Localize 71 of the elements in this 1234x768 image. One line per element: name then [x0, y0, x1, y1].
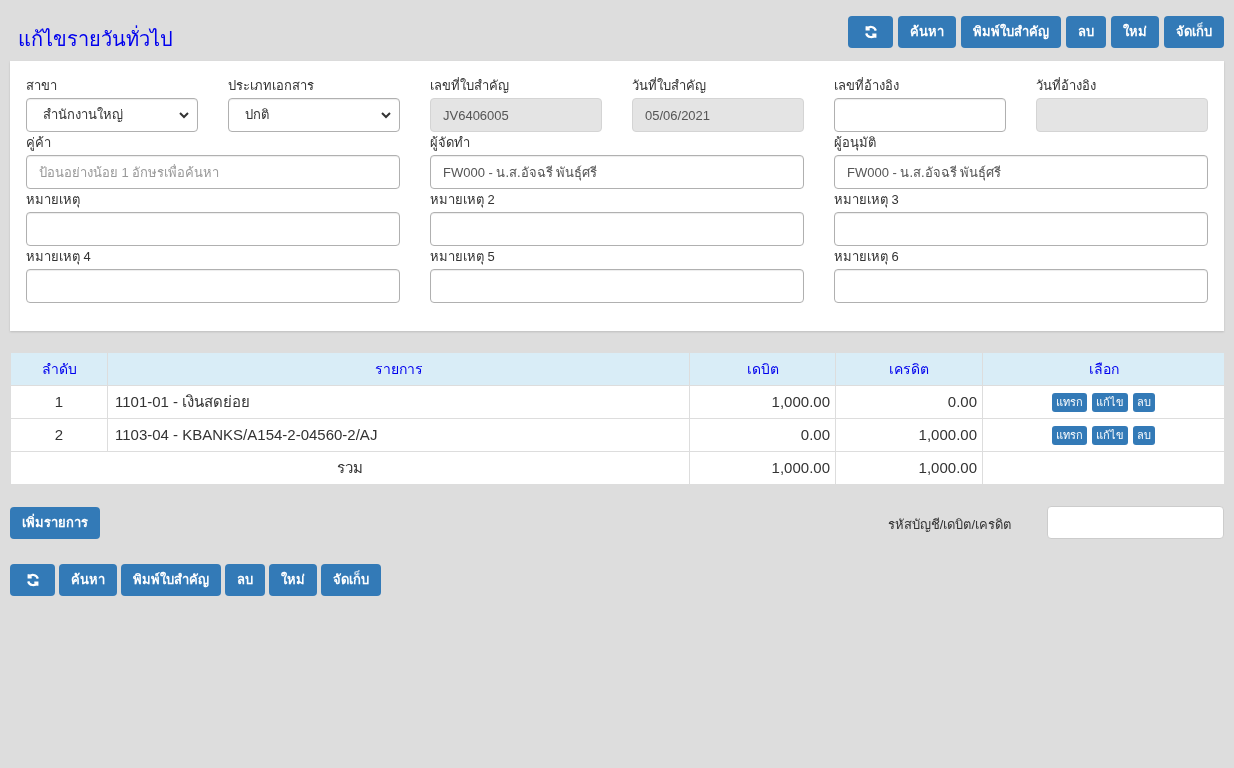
table-cell: 1,000.00	[689, 385, 836, 419]
input-field[interactable]	[26, 212, 400, 246]
input-field: 05/06/2021	[632, 98, 804, 132]
toolbar-button[interactable]: ใหม่	[269, 564, 317, 596]
chevron-icon	[179, 111, 189, 119]
refresh-button[interactable]	[848, 16, 893, 48]
table-cell: 0.00	[835, 385, 983, 419]
field-label: ประเภทเอกสาร	[228, 77, 315, 95]
table-cell: 0.00	[689, 418, 836, 452]
toolbar-button[interactable]: ใหม่	[1111, 16, 1159, 48]
row-action-button[interactable]: แก้ไข	[1092, 425, 1128, 445]
input-field[interactable]	[430, 269, 804, 303]
dropdown[interactable]: สำนักงานใหญ่	[26, 98, 198, 132]
add-item-button[interactable]: เพิ่มรายการ	[10, 506, 100, 539]
input-field[interactable]: ป้อนอย่างน้อย 1 อักษรเพื่อค้นหา	[26, 155, 400, 189]
input-field[interactable]	[834, 212, 1208, 246]
field-label: หมายเหตุ 2	[430, 191, 496, 210]
toolbar-button[interactable]: ลบ	[1066, 16, 1106, 48]
toolbar-button[interactable]: จัดเก็บ	[321, 564, 381, 596]
field-label: สาขา	[26, 77, 58, 95]
field-label: หมายเหตุ 4	[26, 248, 92, 267]
toolbar-button[interactable]: จัดเก็บ	[1164, 16, 1224, 48]
toolbar-button[interactable]: ค้นหา	[898, 16, 956, 48]
field-label: วันที่ใบสำคัญ	[632, 76, 707, 95]
input-field: JV6406005	[430, 98, 602, 132]
row-action-button[interactable]: แทรก	[1052, 425, 1087, 445]
toolbar-button[interactable]: ค้นหา	[59, 564, 117, 596]
input-field[interactable]: FW000 - น.ส.อัจฉรี พันธุ์ศรี	[430, 155, 804, 189]
row-action-button[interactable]: แทรก	[1052, 392, 1087, 412]
refresh-button[interactable]	[10, 564, 55, 596]
toolbar-button[interactable]: ลบ	[225, 564, 265, 596]
column-header: เดบิต	[689, 352, 836, 386]
column-header: รายการ	[107, 352, 690, 386]
total-label: รวม	[10, 451, 690, 485]
row-action-button[interactable]: แก้ไข	[1092, 392, 1128, 412]
field-label: วันที่อ้างอิง	[1036, 76, 1097, 95]
input-field[interactable]	[26, 269, 400, 303]
refresh-icon	[25, 573, 40, 587]
row-action-button[interactable]: ลบ	[1133, 425, 1155, 445]
table-cell: 2	[10, 418, 108, 452]
account-code-field[interactable]	[1047, 506, 1224, 539]
refresh-icon	[863, 25, 878, 39]
field-label: คู่ค้า	[26, 134, 52, 153]
table-cell: 1	[10, 385, 108, 419]
table-cell: 1103-04 - KBANKS/A154-2-04560-2/AJ	[107, 418, 690, 452]
dropdown[interactable]: ปกติ	[228, 98, 400, 132]
input-field[interactable]	[834, 269, 1208, 303]
input-field[interactable]: FW000 - น.ส.อัจฉรี พันธุ์ศรี	[834, 155, 1208, 189]
toolbar-button[interactable]: พิมพ์ใบสำคัญ	[121, 564, 221, 596]
column-header: เครดิต	[835, 352, 983, 386]
toolbar-button[interactable]: พิมพ์ใบสำคัญ	[961, 16, 1061, 48]
field-label: ผู้จัดทำ	[430, 134, 471, 153]
total-cell: 1,000.00	[835, 451, 983, 485]
column-header: เลือก	[982, 352, 1225, 386]
table-cell: 1101-01 - เงินสดย่อย	[107, 385, 690, 419]
input-field[interactable]	[834, 98, 1006, 132]
input-field[interactable]	[430, 212, 804, 246]
chevron-icon	[381, 111, 391, 119]
row-action-button[interactable]: ลบ	[1133, 392, 1155, 412]
field-label: หมายเหตุ 3	[834, 191, 900, 210]
total-cell: 1,000.00	[689, 451, 836, 485]
field-label: เลขที่อ้างอิง	[834, 76, 900, 95]
field-label: หมายเหตุ	[26, 191, 81, 210]
field-label: หมายเหตุ 6	[834, 248, 900, 267]
field-label: ผู้อนุมัติ	[834, 134, 877, 153]
field-label: หมายเหตุ 5	[430, 248, 496, 267]
field-label: รหัสบัญชี/เดบิต/เครดิต	[887, 515, 1011, 534]
table-cell: 1,000.00	[835, 418, 983, 452]
field-label: เลขที่ใบสำคัญ	[430, 76, 510, 95]
page-title: แก้ไขรายวันทั่วไป	[17, 26, 173, 51]
column-header: ลำดับ	[10, 352, 108, 386]
